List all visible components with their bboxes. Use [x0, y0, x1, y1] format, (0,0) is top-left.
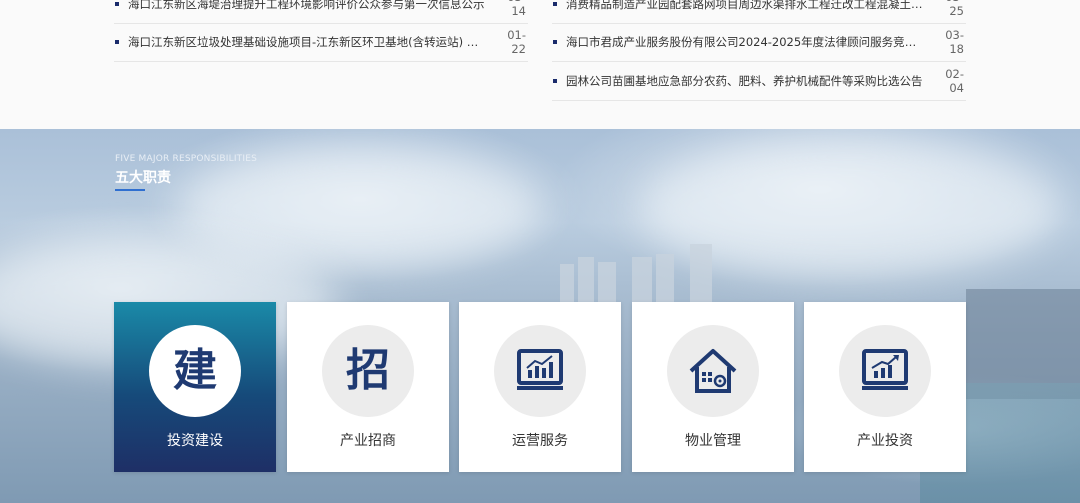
bullet [553, 40, 557, 45]
icon-circle: 建 [149, 325, 241, 417]
news-date: 01-22 [507, 28, 526, 57]
card-investment-construction[interactable]: 建 投资建设 [114, 302, 276, 472]
building-decoration [578, 257, 594, 304]
building-decoration [656, 254, 674, 304]
news-item[interactable]: 园林公司苗圃基地应急部分农药、肥料、养护机械配件等采购比选公告 02-04 [552, 62, 966, 101]
news-section: 海口江东新区海堤治理提升工程环境影响评价公众参与第一次信息公示 03-14 海口… [0, 0, 1080, 129]
building-decoration [690, 244, 712, 304]
bullet [115, 1, 119, 6]
news-date: 03-14 [507, 0, 526, 18]
responsibility-cards: 建 投资建设 招 产业招商 运营服务 物业管理 产业投资 [114, 302, 967, 472]
card-industry-investment[interactable]: 产业投资 [804, 302, 966, 472]
building-decoration [632, 257, 652, 304]
card-property-management[interactable]: 物业管理 [632, 302, 794, 472]
card-label: 投资建设 [167, 433, 223, 449]
icon-circle [667, 325, 759, 417]
card-label: 产业投资 [857, 433, 913, 449]
bullet [553, 1, 557, 6]
monitor-growth-icon [862, 349, 908, 390]
icon-circle [494, 325, 586, 417]
news-date: 02-04 [945, 66, 964, 95]
news-title[interactable]: 海口江东新区垃圾处理基础设施项目-江东新区环卫基地(含转运站) 社会稳定风险评估… [128, 34, 496, 50]
title-underline [115, 189, 145, 191]
news-title[interactable]: 园林公司苗圃基地应急部分农药、肥料、养护机械配件等采购比选公告 [566, 73, 934, 89]
icon-circle: 招 [322, 325, 414, 417]
house-gear-icon [689, 349, 737, 393]
card-label: 物业管理 [685, 433, 741, 449]
card-label: 产业招商 [340, 433, 396, 449]
news-item[interactable]: 消费精品制造产业园配套路网项目周边水渠排水工程迁改工程混凝土管材采购 03-25 [552, 0, 966, 24]
bullet [115, 40, 119, 45]
news-title[interactable]: 消费精品制造产业园配套路网项目周边水渠排水工程迁改工程混凝土管材采购 [566, 0, 934, 12]
build-seal-icon: 建 [173, 345, 217, 396]
news-title[interactable]: 海口市君成产业服务股份有限公司2024-2025年度法律顾问服务竞价比选公告 [566, 34, 934, 50]
news-item[interactable]: 海口江东新区垃圾处理基础设施项目-江东新区环卫基地(含转运站) 社会稳定风险评估… [114, 24, 528, 62]
building-decoration [560, 264, 574, 304]
icon-circle [839, 325, 931, 417]
section-title-cn: 五大职责 [115, 170, 171, 186]
news-date: 03-18 [945, 28, 964, 57]
news-list-right: 消费精品制造产业园配套路网项目周边水渠排水工程迁改工程混凝土管材采购 03-25… [552, 0, 966, 101]
bullet [553, 78, 557, 83]
section-title-en: FIVE MAJOR RESPONSIBILITIES [115, 154, 258, 164]
news-item[interactable]: 海口市君成产业服务股份有限公司2024-2025年度法律顾问服务竞价比选公告 0… [552, 24, 966, 62]
news-list-left: 海口江东新区海堤治理提升工程环境影响评价公众参与第一次信息公示 03-14 海口… [114, 0, 528, 62]
section-heading: FIVE MAJOR RESPONSIBILITIES 五大职责 [115, 154, 257, 191]
monitor-chart-icon [517, 349, 563, 390]
news-item[interactable]: 海口江东新区海堤治理提升工程环境影响评价公众参与第一次信息公示 03-14 [114, 0, 528, 24]
card-industry-attraction[interactable]: 招 产业招商 [287, 302, 449, 472]
news-date: 03-25 [945, 0, 964, 18]
news-title[interactable]: 海口江东新区海堤治理提升工程环境影响评价公众参与第一次信息公示 [128, 0, 496, 12]
responsibilities-section: FIVE MAJOR RESPONSIBILITIES 五大职责 建 投资建设 … [0, 129, 1080, 503]
invest-seal-icon: 招 [346, 345, 390, 396]
card-label: 运营服务 [512, 433, 568, 449]
card-operation-service[interactable]: 运营服务 [459, 302, 621, 472]
building-decoration [598, 262, 616, 304]
